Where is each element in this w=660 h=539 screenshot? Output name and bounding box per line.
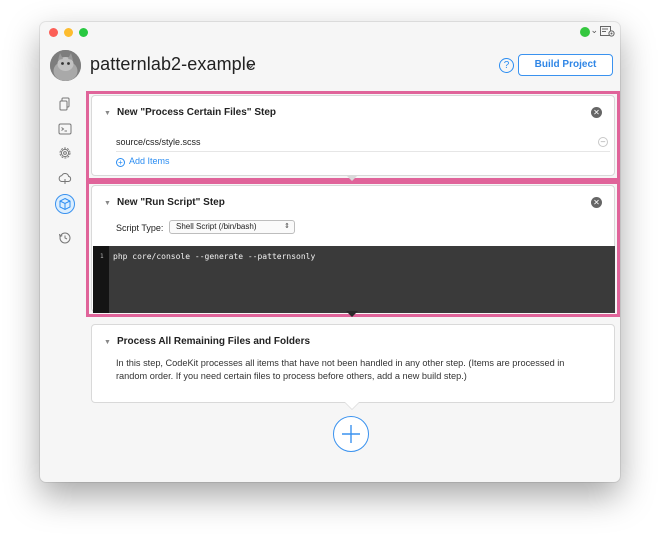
line-number: 1 — [100, 253, 104, 260]
line-gutter: 1 — [93, 246, 109, 313]
help-button[interactable]: ? — [499, 58, 514, 73]
add-items-label: Add Items — [129, 156, 170, 166]
remaining-files-step-panel: ▼ Process All Remaining Files and Folder… — [91, 324, 615, 403]
project-title[interactable]: patternlab2-example — [90, 54, 256, 75]
maximize-window-button[interactable] — [79, 28, 88, 37]
process-files-step-panel: ▼ New "Process Certain Files" Step ✕ sou… — [91, 95, 615, 176]
file-list-item[interactable]: source/css/style.scss — [116, 137, 610, 151]
collapse-chevron-icon[interactable]: ▼ — [104, 110, 111, 117]
step-description: In this step, CodeKit processes all item… — [116, 358, 565, 381]
minimize-window-button[interactable] — [64, 28, 73, 37]
cloud-icon[interactable] — [57, 170, 73, 186]
box-icon — [59, 197, 71, 211]
terminal-icon[interactable] — [57, 121, 73, 137]
app-window: ⌄ patternlab2-example ⌄ ? Build Project — [40, 22, 620, 482]
chevron-down-icon[interactable]: ⌄ — [590, 25, 598, 36]
project-avatar[interactable] — [50, 50, 81, 81]
add-items-button[interactable]: + Add Items — [116, 156, 170, 167]
script-type-select[interactable]: Shell Script (/bin/bash) ⇕ — [169, 220, 295, 234]
step-connector — [346, 311, 358, 317]
history-icon[interactable] — [57, 230, 73, 246]
add-build-step-button[interactable] — [333, 416, 369, 452]
divider — [116, 151, 610, 152]
chevron-down-icon[interactable]: ⌄ — [246, 58, 255, 71]
build-steps-tab[interactable] — [55, 194, 75, 214]
server-status-indicator[interactable] — [580, 27, 590, 37]
preview-icon[interactable] — [600, 26, 615, 37]
run-script-step-panel: ▼ New "Run Script" Step ✕ Script Type: S… — [91, 185, 615, 313]
code-line[interactable]: php core/console --generate --patternson… — [113, 252, 315, 261]
close-window-button[interactable] — [49, 28, 58, 37]
step-connector-fill — [345, 402, 359, 409]
script-type-value: Shell Script (/bin/bash) — [176, 222, 257, 231]
plus-icon — [342, 425, 360, 443]
step-title: New "Run Script" Step — [117, 197, 225, 208]
collapse-chevron-icon[interactable]: ▼ — [104, 339, 111, 346]
plus-circle-icon: + — [116, 158, 125, 167]
step-title: Process All Remaining Files and Folders — [117, 336, 311, 347]
script-type-label: Script Type: — [116, 223, 164, 233]
avatar-image — [50, 50, 81, 81]
build-project-button[interactable]: Build Project — [518, 54, 613, 76]
gear-icon[interactable] — [57, 145, 73, 161]
select-arrows-icon: ⇕ — [284, 223, 290, 230]
remove-step-button[interactable]: ✕ — [591, 197, 602, 208]
step-title: New "Process Certain Files" Step — [117, 107, 276, 118]
script-code-editor[interactable]: 1 php core/console --generate --patterns… — [93, 246, 615, 313]
remove-step-button[interactable]: ✕ — [591, 107, 602, 118]
remove-file-button[interactable]: – — [598, 137, 608, 147]
collapse-chevron-icon[interactable]: ▼ — [104, 200, 111, 207]
files-icon[interactable] — [57, 96, 73, 112]
